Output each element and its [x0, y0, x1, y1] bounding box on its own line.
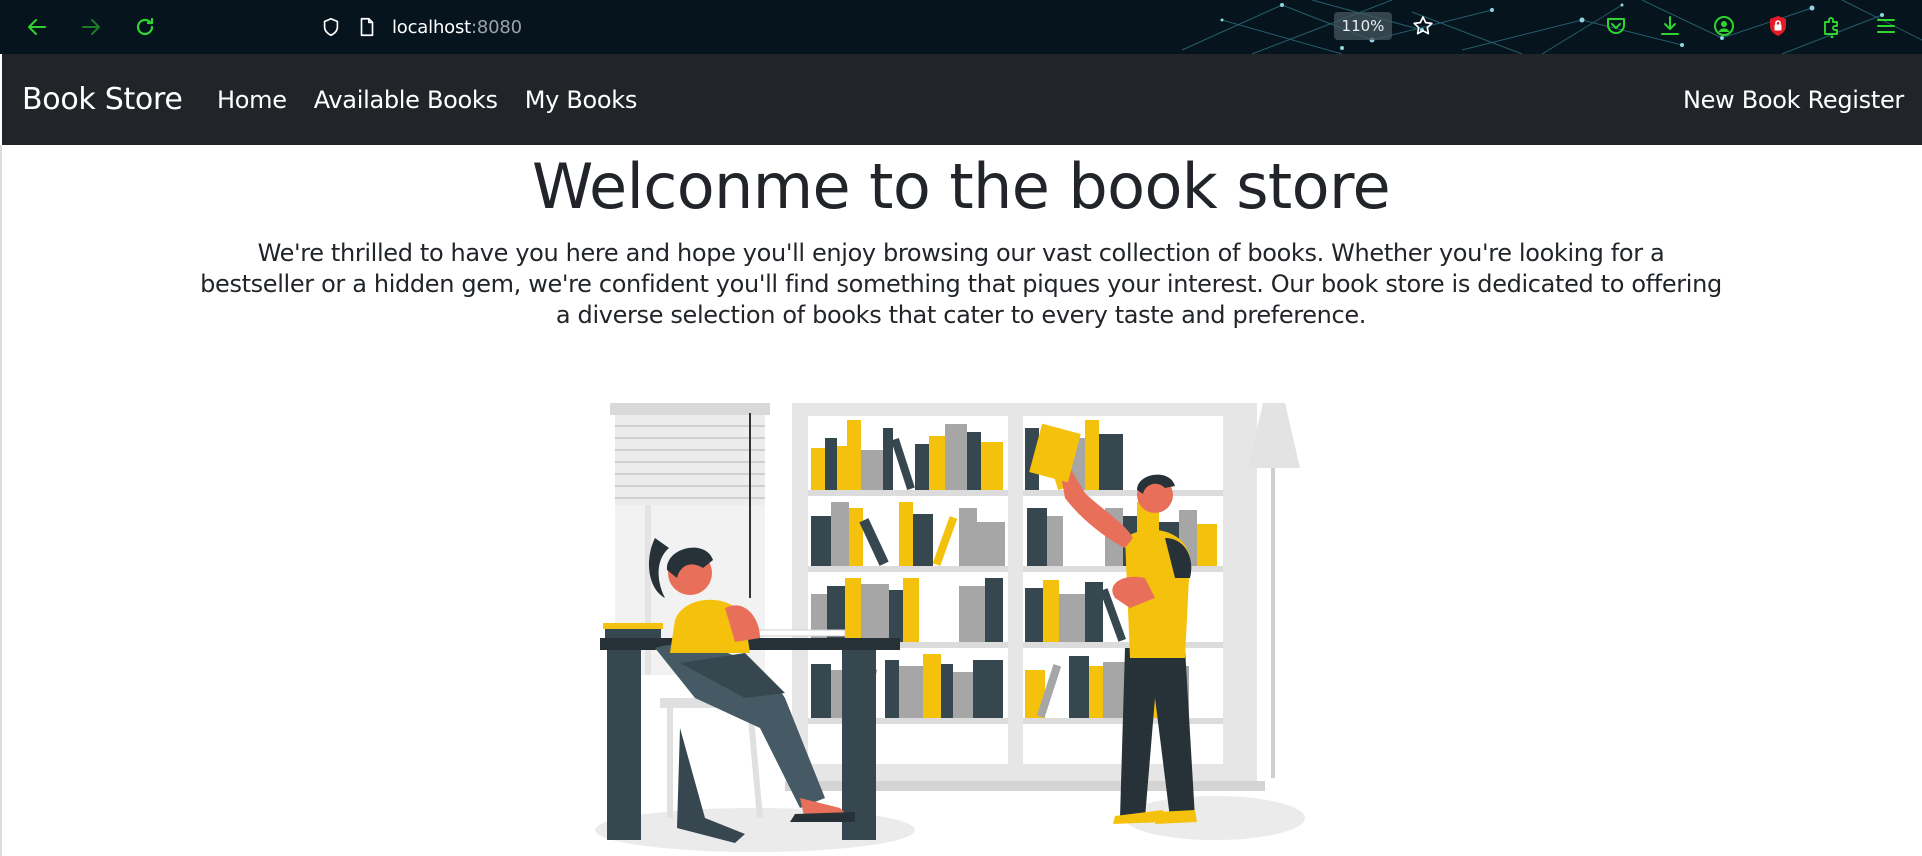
nav-links: Home Available Books My Books [217, 86, 637, 114]
browser-toolbar: localhost:8080 110% [0, 0, 1922, 54]
page-info-icon[interactable] [356, 16, 378, 38]
browser-theme-network-background [1162, 0, 1922, 54]
nav-link-new-book-register[interactable]: New Book Register [1683, 86, 1904, 114]
app-menu-button[interactable] [1871, 11, 1901, 41]
account-button[interactable] [1709, 11, 1739, 41]
bookmark-star-icon [1413, 16, 1433, 35]
hamburger-menu-icon [1877, 19, 1895, 33]
site-navbar: Book Store Home Available Books My Books… [2, 54, 1922, 145]
reload-icon [136, 17, 154, 36]
back-button[interactable] [22, 12, 52, 42]
url-host: localhost [392, 16, 471, 38]
extensions-puzzle-icon [1824, 17, 1838, 38]
address-bar[interactable]: localhost:8080 [320, 10, 522, 44]
bookstore-reading-illustration [595, 403, 1305, 852]
intro-paragraph: We're thrilled to have you here and hope… [200, 239, 1722, 329]
page-left-border [0, 145, 2, 856]
lock-extension-button[interactable] [1763, 11, 1793, 41]
account-icon [1714, 16, 1734, 36]
pocket-button[interactable] [1601, 11, 1631, 41]
red-lock-extension-icon [1770, 16, 1786, 36]
page-title: Welconme to the book store [531, 150, 1391, 223]
forward-button[interactable] [76, 12, 106, 42]
downloads-button[interactable] [1655, 11, 1685, 41]
url-port: :8080 [471, 16, 522, 38]
back-arrow-icon [28, 19, 46, 35]
nav-link-home[interactable]: Home [217, 86, 287, 114]
zoom-level-badge[interactable]: 110% [1334, 12, 1392, 40]
navbar-brand[interactable]: Book Store [22, 82, 183, 117]
bookmark-button[interactable] [1408, 11, 1438, 41]
nav-link-available-books[interactable]: Available Books [314, 86, 498, 114]
tracking-protection-shield-icon[interactable] [320, 16, 342, 38]
extensions-button[interactable] [1817, 11, 1847, 41]
download-icon [1661, 16, 1679, 35]
reload-button[interactable] [130, 12, 160, 42]
nav-link-my-books[interactable]: My Books [525, 86, 638, 114]
pocket-icon [1607, 18, 1625, 34]
url-text[interactable]: localhost:8080 [392, 17, 522, 38]
forward-arrow-icon [82, 19, 100, 35]
